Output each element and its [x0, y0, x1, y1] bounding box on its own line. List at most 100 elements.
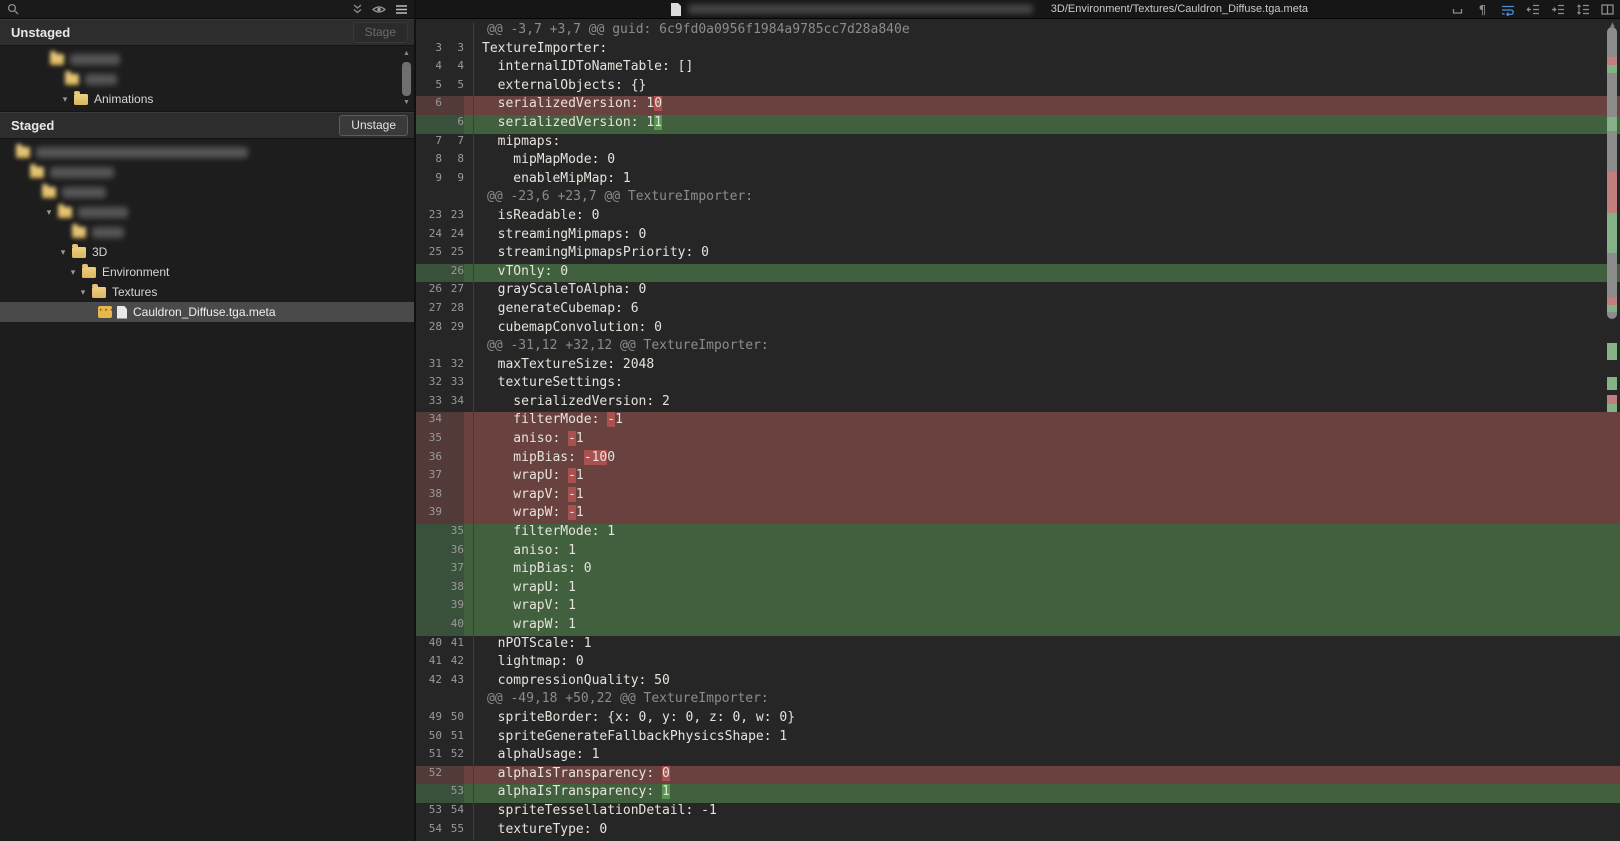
line-number-gutter: 44 — [416, 59, 464, 78]
diff-row-ctx[interactable]: 2829 cubemapConvolution: 0 — [416, 320, 1620, 339]
diff-row-add[interactable]: 39 wrapV: 1 — [416, 598, 1620, 617]
stage-button[interactable]: Stage — [353, 22, 408, 43]
diff-row-ctx[interactable]: 5455 textureType: 0 — [416, 822, 1620, 841]
diff-row-add[interactable]: 36 aniso: 1 — [416, 543, 1620, 562]
diff-row-ctx[interactable]: 5152 alphaUsage: 1 — [416, 747, 1620, 766]
tree-item-redacted[interactable]: ▾ — [0, 202, 414, 222]
diff-row-del[interactable]: 35 aniso: -1 — [416, 431, 1620, 450]
diff-row-ctx[interactable]: 33TextureImporter: — [416, 41, 1620, 60]
diff-row-del[interactable]: 38 wrapV: -1 — [416, 487, 1620, 506]
line-number-gutter: 5354 — [416, 803, 464, 822]
diff-row-ctx[interactable]: 5354 spriteTessellationDetail: -1 — [416, 803, 1620, 822]
tree-item-3D[interactable]: ▾3D — [0, 242, 414, 262]
tree-item-redacted[interactable] — [0, 69, 414, 89]
tree-item-redacted[interactable] — [0, 49, 414, 69]
line-number-old — [416, 543, 442, 562]
tree-item-Cauldron_Diffuse.tga.meta[interactable]: ···Cauldron_Diffuse.tga.meta — [0, 302, 414, 322]
line-number-old — [416, 115, 442, 134]
diff-row-del[interactable]: 6 serializedVersion: 10 — [416, 96, 1620, 115]
line-number-new — [444, 766, 464, 785]
diff-row-ctx[interactable]: 3334 serializedVersion: 2 — [416, 394, 1620, 413]
chevron-expanded-icon[interactable]: ▾ — [58, 247, 68, 258]
unindent-icon[interactable] — [1525, 3, 1540, 17]
diff-row-ctx[interactable]: 2323 isReadable: 0 — [416, 208, 1620, 227]
diff-row-del[interactable]: 34 filterMode: -1 — [416, 412, 1620, 431]
redacted-tab-title — [688, 4, 1033, 14]
diff-row-ctx[interactable]: 4243 compressionQuality: 50 — [416, 673, 1620, 692]
diff-row-add[interactable]: 26 vTOnly: 0 — [416, 264, 1620, 283]
toggle-visibility-icon[interactable] — [372, 2, 386, 16]
split-view-icon[interactable] — [1600, 3, 1615, 17]
diff-row-ctx[interactable]: 77 mipmaps: — [416, 134, 1620, 153]
diff-row-del[interactable]: 36 mipBias: -100 — [416, 450, 1620, 469]
diff-row-hunk[interactable]: @@ -23,6 +23,7 @@ TextureImporter: — [416, 189, 1620, 208]
line-number-gutter: 6 — [416, 96, 464, 115]
diff-row-add[interactable]: 37 mipBias: 0 — [416, 561, 1620, 580]
diff-row-add[interactable]: 35 filterMode: 1 — [416, 524, 1620, 543]
scroll-up-icon[interactable]: ▲ — [401, 50, 412, 58]
redacted-label — [36, 147, 248, 158]
diff-row-ctx[interactable]: 3233 textureSettings: — [416, 375, 1620, 394]
diff-row-ctx[interactable]: 4041 nPOTScale: 1 — [416, 636, 1620, 655]
indent-icon[interactable] — [1550, 3, 1565, 17]
diff-row-ctx[interactable]: 44 internalIDToNameTable: [] — [416, 59, 1620, 78]
line-number-new: 29 — [444, 320, 464, 339]
menu-icon[interactable] — [394, 2, 408, 16]
tree-item-Animations[interactable]: ▾Animations — [0, 89, 414, 109]
tree-item-redacted[interactable] — [0, 142, 414, 162]
diff-row-ctx[interactable]: 2525 streamingMipmapsPriority: 0 — [416, 245, 1620, 264]
line-number-new: 33 — [444, 375, 464, 394]
diff-row-del[interactable]: 39 wrapW: -1 — [416, 505, 1620, 524]
diff-row-add[interactable]: 40 wrapW: 1 — [416, 617, 1620, 636]
diff-row-del[interactable]: 37 wrapU: -1 — [416, 468, 1620, 487]
word-wrap-icon[interactable] — [1500, 3, 1515, 17]
unstaged-scrollbar[interactable]: ▲ ▼ — [401, 48, 412, 109]
pilcrow-icon[interactable]: ¶ — [1475, 3, 1490, 17]
tree-item-redacted[interactable] — [0, 162, 414, 182]
diff-row-add[interactable]: 6 serializedVersion: 11 — [416, 115, 1620, 134]
line-number-gutter: 3132 — [416, 357, 464, 376]
diff-row-ctx[interactable]: 4142 lightmap: 0 — [416, 654, 1620, 673]
tree-item-Textures[interactable]: ▾Textures — [0, 282, 414, 302]
tree-item-redacted[interactable] — [0, 182, 414, 202]
chevron-expanded-icon[interactable]: ▾ — [68, 267, 78, 278]
diff-scrollbar[interactable]: ▲ — [1606, 19, 1619, 841]
scrollbar-thumb[interactable] — [402, 62, 411, 96]
chevron-expanded-icon[interactable]: ▾ — [60, 94, 70, 105]
code-line: aniso: 1 — [474, 543, 1620, 562]
diff-row-ctx[interactable]: 2424 streamingMipmaps: 0 — [416, 227, 1620, 246]
code-line: streamingMipmapsPriority: 0 — [474, 245, 1620, 264]
diff-row-ctx[interactable]: 55 externalObjects: {} — [416, 78, 1620, 97]
whitespace-icon[interactable] — [1450, 3, 1465, 17]
line-number-old — [416, 617, 442, 636]
diff-row-hunk[interactable]: @@ -3,7 +3,7 @@ guid: 6c9fd0a0956f1984a9… — [416, 22, 1620, 41]
diff-row-hunk[interactable]: @@ -49,18 +50,22 @@ TextureImporter: — [416, 691, 1620, 710]
diff-row-ctx[interactable]: 3132 maxTextureSize: 2048 — [416, 357, 1620, 376]
diff-row-ctx[interactable]: 4950 spriteBorder: {x: 0, y: 0, z: 0, w:… — [416, 710, 1620, 729]
folder-icon — [58, 207, 72, 218]
chevron-expanded-icon[interactable]: ▾ — [78, 287, 88, 298]
diff-row-add[interactable]: 53 alphaIsTransparency: 1 — [416, 784, 1620, 803]
line-height-icon[interactable] — [1575, 3, 1590, 17]
diff-row-ctx[interactable]: 99 enableMipMap: 1 — [416, 171, 1620, 190]
diff-row-ctx[interactable]: 88 mipMapMode: 0 — [416, 152, 1620, 171]
tree-item-Environment[interactable]: ▾Environment — [0, 262, 414, 282]
line-number-old: 3 — [416, 41, 442, 60]
line-number-new: 26 — [444, 264, 464, 283]
code-line: serializedVersion: 2 — [474, 394, 1620, 413]
code-line: spriteTessellationDetail: -1 — [474, 803, 1620, 822]
collapse-all-icon[interactable] — [350, 2, 364, 16]
diff-row-hunk[interactable]: @@ -31,12 +32,12 @@ TextureImporter: — [416, 338, 1620, 357]
chevron-expanded-icon[interactable]: ▾ — [44, 207, 54, 218]
diff-row-ctx[interactable]: 5051 spriteGenerateFallbackPhysicsShape:… — [416, 729, 1620, 748]
diff-row-ctx[interactable]: 2627 grayScaleToAlpha: 0 — [416, 282, 1620, 301]
line-number-gutter: 88 — [416, 152, 464, 171]
scroll-down-icon[interactable]: ▼ — [401, 99, 412, 107]
tree-item-redacted[interactable] — [0, 222, 414, 242]
line-number-old — [416, 22, 442, 41]
diff-row-ctx[interactable]: 2728 generateCubemap: 6 — [416, 301, 1620, 320]
search-input[interactable] — [28, 3, 342, 15]
diff-row-add[interactable]: 38 wrapU: 1 — [416, 580, 1620, 599]
diff-row-del[interactable]: 52 alphaIsTransparency: 0 — [416, 766, 1620, 785]
unstage-button[interactable]: Unstage — [339, 115, 408, 136]
